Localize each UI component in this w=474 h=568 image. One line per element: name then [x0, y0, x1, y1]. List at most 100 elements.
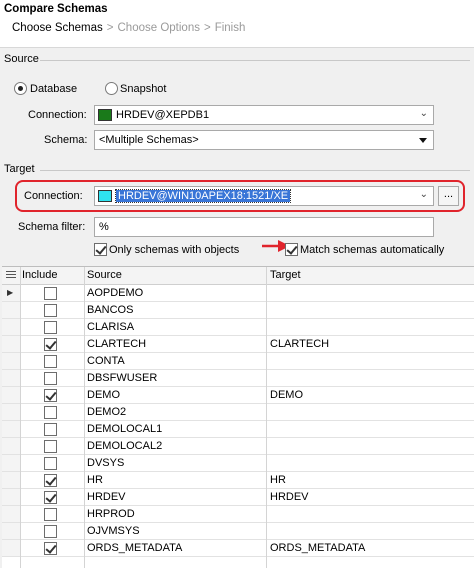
- source-divider: [40, 60, 470, 61]
- include-checkbox[interactable]: [44, 287, 57, 300]
- source-cell: DEMO: [87, 389, 120, 401]
- include-checkbox[interactable]: [44, 542, 57, 555]
- column-header-include[interactable]: Include: [22, 269, 57, 281]
- row-header[interactable]: [2, 370, 20, 386]
- row-header[interactable]: [2, 455, 20, 471]
- breadcrumb-separator: >: [106, 22, 114, 34]
- source-cell: CLARISA: [87, 321, 135, 333]
- snapshot-radio[interactable]: [105, 82, 118, 95]
- wizard-header: Compare Schemas Choose Schemas > Choose Op…: [0, 0, 474, 48]
- table-row[interactable]: BANCOS: [2, 302, 474, 319]
- source-cell: DBSFWUSER: [87, 372, 158, 384]
- schema-filter-field[interactable]: [95, 218, 433, 236]
- include-checkbox[interactable]: [44, 457, 57, 470]
- table-row[interactable]: CONTA: [2, 353, 474, 370]
- source-cell: CLARTECH: [87, 338, 147, 350]
- schema-label: Schema:: [44, 134, 88, 146]
- chevron-down-icon: ⌄: [419, 108, 428, 119]
- row-header[interactable]: [2, 319, 20, 335]
- breadcrumb-choose-options[interactable]: Choose Options: [118, 22, 200, 34]
- row-header[interactable]: [2, 421, 20, 437]
- source-cell: DEMOLOCAL1: [87, 423, 163, 435]
- source-cell: DEMO2: [87, 406, 127, 418]
- include-checkbox[interactable]: [44, 321, 57, 334]
- grid-menu-icon[interactable]: [6, 271, 16, 280]
- table-header: Include Source Target: [2, 267, 474, 285]
- row-header[interactable]: [2, 404, 20, 420]
- target-cell[interactable]: DEMO: [270, 389, 303, 401]
- include-checkbox[interactable]: [44, 355, 57, 368]
- connection-color-icon: [98, 109, 112, 121]
- connection-color-icon: [98, 190, 112, 202]
- row-header[interactable]: [2, 336, 20, 352]
- table-row[interactable]: CLARISA: [2, 319, 474, 336]
- schema-select[interactable]: <Multiple Schemas>: [94, 130, 434, 150]
- only-with-objects-checkbox[interactable]: [94, 243, 107, 256]
- schema-value: <Multiple Schemas>: [99, 134, 199, 146]
- column-header-source[interactable]: Source: [87, 269, 122, 281]
- include-checkbox[interactable]: [44, 304, 57, 317]
- dropdown-arrow-icon: [419, 138, 427, 143]
- row-header[interactable]: [2, 540, 20, 556]
- include-checkbox[interactable]: [44, 406, 57, 419]
- target-cell[interactable]: CLARTECH: [270, 338, 329, 350]
- target-cell[interactable]: ORDS_METADATA: [270, 542, 365, 554]
- include-checkbox[interactable]: [44, 525, 57, 538]
- table-row[interactable]: HR HR: [2, 472, 474, 489]
- target-section-title: Target: [4, 163, 35, 175]
- source-connection-value: HRDEV@XEPDB1: [116, 109, 210, 121]
- table-row[interactable]: DEMOLOCAL2: [2, 438, 474, 455]
- include-checkbox[interactable]: [44, 474, 57, 487]
- row-header[interactable]: [2, 523, 20, 539]
- schema-filter-input[interactable]: [94, 217, 434, 237]
- include-checkbox[interactable]: [44, 440, 57, 453]
- match-auto-checkbox[interactable]: [285, 243, 298, 256]
- breadcrumb-choose-schemas[interactable]: Choose Schemas: [12, 22, 103, 34]
- row-header[interactable]: [2, 506, 20, 522]
- table-row[interactable]: CLARTECH CLARTECH: [2, 336, 474, 353]
- row-header[interactable]: [2, 302, 20, 318]
- breadcrumb-finish[interactable]: Finish: [215, 22, 246, 34]
- table-row[interactable]: ORDS_METADATA ORDS_METADATA: [2, 540, 474, 557]
- table-row[interactable]: DEMO DEMO: [2, 387, 474, 404]
- database-radio[interactable]: [14, 82, 27, 95]
- breadcrumb: Choose Schemas > Choose Options > Finish: [12, 22, 245, 34]
- row-header[interactable]: [2, 387, 20, 403]
- table-row[interactable]: DEMO2: [2, 404, 474, 421]
- column-header-target[interactable]: Target: [270, 269, 301, 281]
- row-header[interactable]: [2, 489, 20, 505]
- row-header[interactable]: [2, 438, 20, 454]
- include-checkbox[interactable]: [44, 338, 57, 351]
- target-connection-text-wrap: HRDEV@WIN10APEX18:1521/XE: [114, 189, 292, 203]
- table-row[interactable]: DVSYS: [2, 455, 474, 472]
- table-row[interactable]: DEMOLOCAL1: [2, 421, 474, 438]
- table-row[interactable]: HRPROD: [2, 506, 474, 523]
- table-row[interactable]: ▶ AOPDEMO: [2, 285, 474, 302]
- row-header[interactable]: [2, 472, 20, 488]
- include-checkbox[interactable]: [44, 423, 57, 436]
- source-connection-select[interactable]: HRDEV@XEPDB1 ⌄: [94, 105, 434, 125]
- target-connection-browse-button[interactable]: ...: [438, 186, 459, 206]
- source-section-title: Source: [4, 53, 39, 65]
- only-with-objects-label: Only schemas with objects: [109, 244, 240, 256]
- table-row[interactable]: OJVMSYS: [2, 523, 474, 540]
- target-cell[interactable]: HR: [270, 474, 286, 486]
- include-checkbox[interactable]: [44, 491, 57, 504]
- table-row[interactable]: HRDEV HRDEV: [2, 489, 474, 506]
- target-connection-select[interactable]: HRDEV@WIN10APEX18:1521/XE ⌄: [94, 186, 434, 206]
- target-divider: [40, 170, 470, 171]
- include-checkbox[interactable]: [44, 389, 57, 402]
- window-title: Compare Schemas: [4, 3, 108, 15]
- row-header[interactable]: [2, 353, 20, 369]
- table-row[interactable]: DBSFWUSER: [2, 370, 474, 387]
- target-cell[interactable]: HRDEV: [270, 491, 309, 503]
- source-cell: HRPROD: [87, 508, 135, 520]
- match-auto-label: Match schemas automatically: [300, 244, 445, 256]
- column-divider: [266, 267, 267, 568]
- row-header[interactable]: ▶: [2, 285, 20, 301]
- include-checkbox[interactable]: [44, 508, 57, 521]
- source-cell: AOPDEMO: [87, 287, 144, 299]
- source-cell: BANCOS: [87, 304, 134, 316]
- include-checkbox[interactable]: [44, 372, 57, 385]
- database-radio-label: Database: [30, 83, 78, 95]
